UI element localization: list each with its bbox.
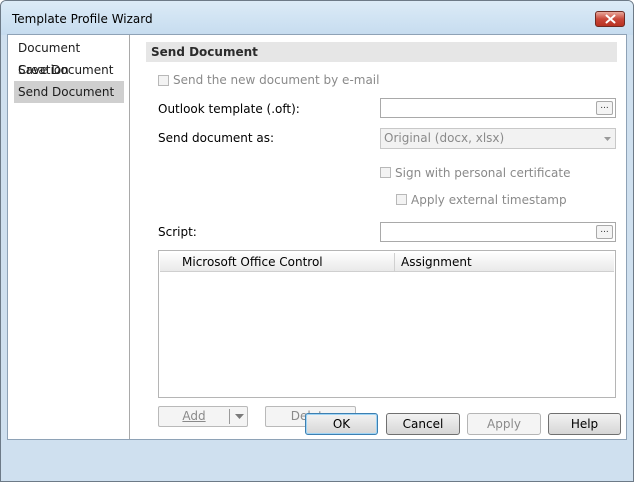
column-header-office-control[interactable]: Microsoft Office Control <box>182 253 323 271</box>
column-header-assignment[interactable]: Assignment <box>401 253 472 271</box>
wizard-window: Template Profile Wizard Document Creatio… <box>0 0 634 482</box>
nav-item-send-document[interactable]: Send Document <box>14 81 124 103</box>
apply-button[interactable]: Apply <box>467 413 541 435</box>
sign-certificate-checkbox[interactable] <box>380 167 391 178</box>
wizard-nav: Document Creation Save Document Send Doc… <box>8 35 130 439</box>
split-divider <box>229 409 230 424</box>
close-icon <box>605 14 616 24</box>
external-timestamp-label: Apply external timestamp <box>411 193 567 207</box>
script-field[interactable]: ... <box>380 222 616 242</box>
ok-button[interactable]: OK <box>305 413 378 435</box>
send-as-dropdown[interactable]: Original (docx, xlsx) <box>380 128 616 149</box>
section-header: Send Document <box>146 42 617 62</box>
sign-certificate-label: Sign with personal certificate <box>395 166 571 180</box>
outlook-template-field[interactable]: ... <box>380 98 616 118</box>
nav-item-label: Send Document <box>18 85 115 99</box>
add-split-button[interactable]: Add <box>158 406 248 427</box>
script-label: Script: <box>158 225 197 239</box>
grid-header: Microsoft Office Control Assignment <box>160 253 614 272</box>
dialog-client: Document Creation Save Document Send Doc… <box>7 34 627 440</box>
outlook-template-browse-button[interactable]: ... <box>596 101 613 115</box>
cancel-button[interactable]: Cancel <box>386 413 460 435</box>
chevron-down-icon <box>604 137 611 141</box>
send-as-value: Original (docx, xlsx) <box>384 131 505 145</box>
title-bar[interactable]: Template Profile Wizard <box>1 1 633 35</box>
nav-item-label: Save Document <box>18 63 114 77</box>
send-document-panel: Send Document Send the new document by e… <box>130 35 626 439</box>
send-email-checkbox[interactable] <box>158 75 169 86</box>
column-separator[interactable] <box>394 253 395 271</box>
chevron-down-icon[interactable] <box>235 414 244 419</box>
control-assignment-grid[interactable]: Microsoft Office Control Assignment <box>158 250 616 398</box>
add-button-label: Add <box>182 409 206 423</box>
external-timestamp-checkbox[interactable] <box>396 194 407 205</box>
help-button[interactable]: Help <box>548 413 621 435</box>
script-browse-button[interactable]: ... <box>596 225 613 239</box>
outlook-template-label: Outlook template (.oft): <box>158 102 300 116</box>
send-as-label: Send document as: <box>158 131 275 145</box>
close-button[interactable] <box>595 11 625 27</box>
window-title: Template Profile Wizard <box>12 12 153 26</box>
nav-item-document-creation[interactable]: Document Creation <box>14 37 124 77</box>
nav-item-save-document[interactable]: Save Document <box>14 59 124 81</box>
send-email-label: Send the new document by e-mail <box>173 73 380 87</box>
